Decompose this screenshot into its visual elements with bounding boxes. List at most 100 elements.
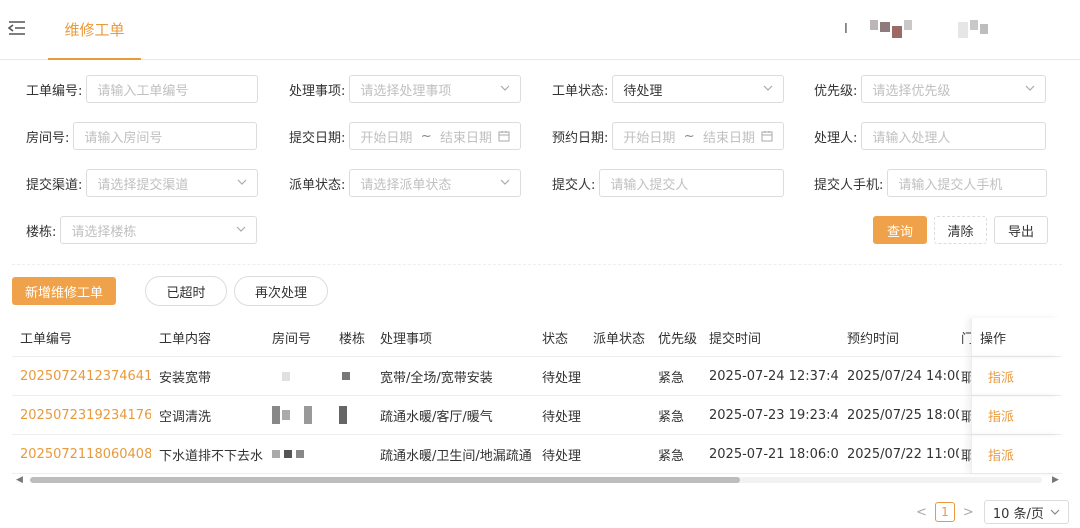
chevron-down-icon: [1050, 509, 1060, 515]
filter-matter: 处理事项: 请选择处理事项: [289, 75, 522, 103]
top-bar: 维修工单 I: [0, 0, 1080, 60]
scroll-left-icon[interactable]: ◀: [16, 475, 23, 485]
order-matter: 疏通水暖/卫生间/地漏疏通: [380, 448, 532, 464]
export-button[interactable]: 导出: [994, 216, 1048, 244]
room-redacted: [264, 447, 331, 462]
prev-page-icon[interactable]: <: [916, 505, 927, 520]
header-submit-time[interactable]: 提交时间: [701, 328, 839, 347]
date-separator: ~: [683, 128, 695, 144]
building-select[interactable]: 请选择楼栋: [60, 216, 258, 244]
order-submit-time: 2025-07-21 18:06:04: [709, 446, 839, 462]
submitter-input[interactable]: 请输入提交人: [599, 169, 785, 197]
order-no-link[interactable]: 20250723192341761: [12, 408, 151, 423]
filter-dispatch-status: 派单状态: 请选择派单状态: [289, 169, 522, 197]
new-repair-order-button[interactable]: 新增维修工单: [12, 277, 116, 305]
filter-order-no-label: 工单编号:: [26, 83, 83, 99]
reprocess-button[interactable]: 再次处理: [234, 276, 328, 306]
submitter-placeholder: 请输入提交人: [610, 177, 689, 193]
filter-handler: 处理人: 请输入处理人: [814, 122, 1047, 150]
date-separator: ~: [420, 128, 432, 144]
table-row[interactable]: 20250721180604085 下水道排不下去水 疏通水暖/卫生间/地漏疏通…: [12, 435, 1062, 474]
filter-status: 工单状态: 待处理: [552, 75, 785, 103]
filter-room: 房间号: 请输入房间号: [26, 122, 258, 150]
filter-submit-date-label: 提交日期:: [289, 130, 346, 146]
submit-date-range[interactable]: 开始日期 ~ 结束日期: [349, 122, 522, 150]
status-select[interactable]: 待处理: [612, 75, 785, 103]
next-page-icon[interactable]: >: [963, 505, 974, 520]
scroll-right-icon[interactable]: ▶: [1052, 475, 1059, 485]
filter-matter-label: 处理事项:: [289, 83, 346, 99]
query-button[interactable]: 查询: [873, 216, 927, 244]
filter-channel-label: 提交渠道:: [26, 177, 83, 193]
assign-link[interactable]: 指派: [980, 445, 1014, 464]
submitter-phone-input[interactable]: 请输入提交人手机: [887, 169, 1048, 197]
order-status: 待处理: [542, 370, 582, 386]
calendar-icon: [761, 131, 773, 142]
tab-repair-orders[interactable]: 维修工单: [48, 0, 141, 60]
assign-link[interactable]: 指派: [980, 406, 1014, 425]
chevron-down-icon: [1025, 84, 1035, 92]
channel-select[interactable]: 请选择提交渠道: [86, 169, 259, 197]
chevron-down-icon: [236, 225, 246, 233]
submitter-phone-placeholder: 请输入提交人手机: [898, 177, 1003, 193]
header-operation: 操作: [971, 318, 1061, 356]
filter-priority-label: 优先级:: [814, 83, 858, 99]
priority-select[interactable]: 请选择优先级: [861, 75, 1047, 103]
order-no-input[interactable]: 请输入工单编号: [86, 75, 259, 103]
chevron-down-icon: [237, 178, 247, 186]
header-matter[interactable]: 处理事项: [372, 328, 534, 347]
matter-select[interactable]: 请选择处理事项: [349, 75, 522, 103]
order-submit-time: 2025-07-24 12:37:46: [709, 368, 839, 384]
table-row[interactable]: 20250723192341761 空调清洗 疏通水暖/客厅/暖气 待处理 紧急…: [12, 396, 1062, 435]
order-submit-time: 2025-07-23 19:23:42: [709, 407, 839, 423]
page-size-select[interactable]: 10 条/页: [983, 500, 1069, 524]
room-input[interactable]: 请输入房间号: [73, 122, 258, 150]
header-dispatch-status[interactable]: 派单状态: [585, 328, 650, 347]
dispatch-status-placeholder: 请选择派单状态: [360, 177, 452, 193]
table-horizontal-scrollbar[interactable]: ◀ ▶: [12, 474, 1062, 486]
filter-submitter: 提交人: 请输入提交人: [552, 169, 785, 197]
header-room[interactable]: 房间号: [264, 328, 331, 347]
order-no-link[interactable]: 20250724123746416: [12, 369, 151, 384]
submit-date-start[interactable]: 开始日期: [360, 127, 412, 146]
clear-button[interactable]: 清除: [934, 216, 987, 244]
handler-input[interactable]: 请输入处理人: [861, 122, 1047, 150]
header-content[interactable]: 工单内容: [151, 328, 264, 347]
appt-date-end[interactable]: 结束日期: [703, 127, 755, 146]
order-content: 下水道排不下去水: [159, 448, 264, 464]
order-no-link[interactable]: 20250721180604085: [12, 447, 151, 462]
overdue-button[interactable]: 已超时: [145, 276, 227, 306]
assign-link[interactable]: 指派: [980, 367, 1014, 386]
dispatch-status-select[interactable]: 请选择派单状态: [349, 169, 522, 197]
order-appt-time: 2025/07/25 18:00: [847, 407, 959, 423]
order-appt-time: 2025/07/24 14:00: [847, 368, 959, 384]
order-status: 待处理: [542, 409, 582, 425]
cursor-glyph: I: [844, 22, 848, 37]
channel-placeholder: 请选择提交渠道: [97, 177, 189, 193]
table-row[interactable]: 20250724123746416 安装宽带 宽带/全场/宽带安装 待处理 紧急…: [12, 357, 1062, 396]
header-status[interactable]: 状态: [534, 328, 585, 347]
header-order-no[interactable]: 工单编号: [12, 328, 151, 347]
order-no-placeholder: 请输入工单编号: [97, 83, 189, 99]
header-building[interactable]: 楼栋: [331, 328, 372, 347]
header-priority[interactable]: 优先级: [650, 328, 701, 347]
filter-order-no: 工单编号: 请输入工单编号: [26, 75, 259, 103]
menu-collapse-icon[interactable]: [7, 20, 28, 38]
truncated-cell: 耶: [961, 370, 971, 386]
submit-date-end[interactable]: 结束日期: [440, 127, 492, 146]
repair-orders-table: 工单编号 工单内容 房间号 楼栋 处理事项 状态 派单状态 优先级 提交时间 预…: [12, 318, 1062, 474]
appt-date-start[interactable]: 开始日期: [623, 127, 675, 146]
scroll-thumb[interactable]: [30, 477, 740, 483]
order-priority: 紧急: [658, 409, 685, 425]
truncated-cell: 耶: [961, 409, 971, 425]
filter-status-label: 工单状态:: [552, 83, 609, 99]
order-status: 待处理: [542, 448, 582, 464]
calendar-icon: [498, 131, 510, 142]
page-number-current[interactable]: 1: [934, 502, 955, 522]
appt-date-range[interactable]: 开始日期 ~ 结束日期: [612, 122, 785, 150]
section-divider: [12, 264, 1062, 265]
avatar[interactable]: [958, 18, 988, 40]
filter-building-label: 楼栋:: [26, 224, 57, 240]
filter-appt-date: 预约日期: 开始日期 ~ 结束日期: [552, 122, 785, 150]
header-appt-time[interactable]: 预约时间: [839, 328, 959, 347]
